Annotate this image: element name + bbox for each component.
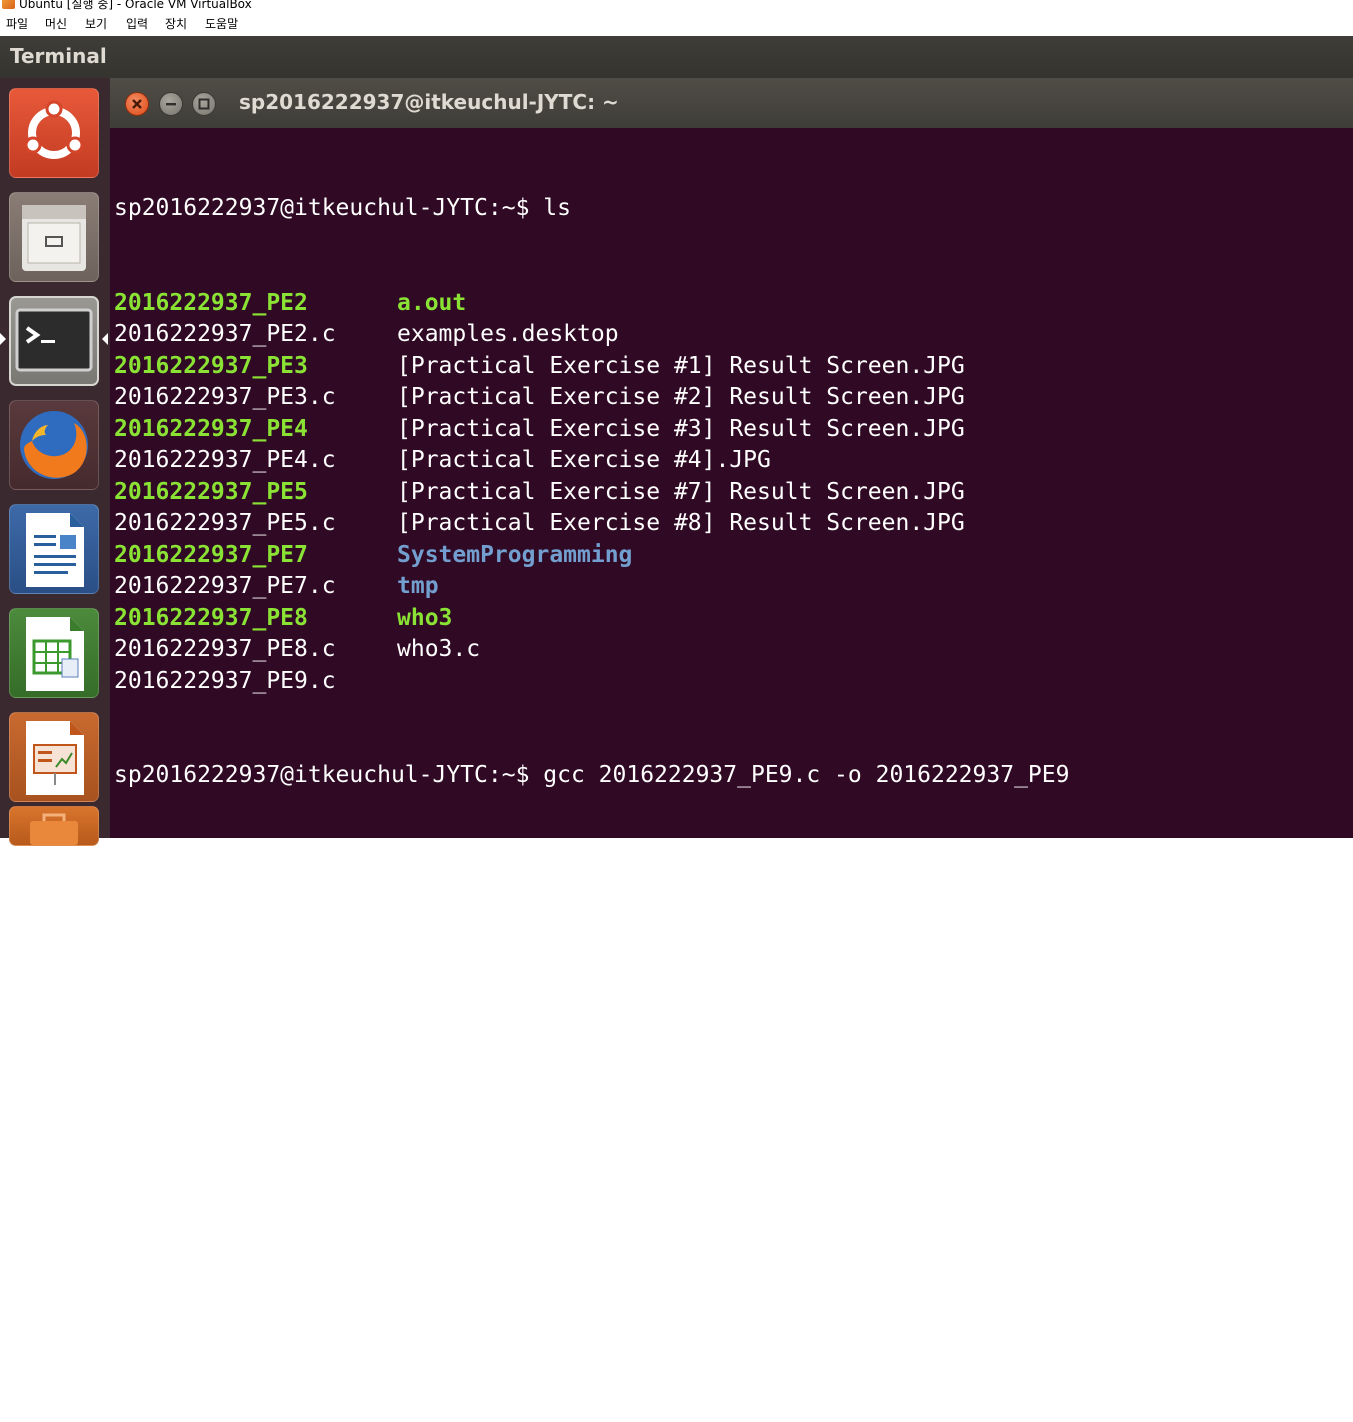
files-icon[interactable] xyxy=(9,192,99,282)
vbox-menubar: 파일 머신 보기 입력 장치 도움말 xyxy=(0,12,1353,36)
close-button[interactable] xyxy=(125,92,149,116)
output-line: collect2: error: ld returned 1 exit stat… xyxy=(114,1234,696,1261)
ls-row: 2016222937_PE5.c [Practical Exercise #8] … xyxy=(114,508,1349,540)
output-line: 2016222937_PE9.c:(.text+0x76): undefined… xyxy=(114,951,1139,977)
libreoffice-calc-icon[interactable] xyxy=(9,608,99,698)
ls-entry: [Practical Exercise #4].JPG xyxy=(397,447,771,473)
ls-entry: who3 xyxy=(397,604,453,631)
ls-entry: 2016222937_PE7 xyxy=(114,541,308,568)
command-text: ls xyxy=(529,195,571,221)
maximize-icon xyxy=(198,98,210,110)
terminal-output[interactable]: sp2016222937@itkeuchul-JYTC:~$ ls 201622… xyxy=(114,130,1349,1422)
ls-entry: tmp xyxy=(397,573,439,599)
menu-view[interactable]: 보기 xyxy=(85,15,107,32)
active-indicator-right xyxy=(102,333,108,345)
command-text: gcc 2016222937_PE9.c -o 2016222937_PE9 xyxy=(529,762,1070,788)
ls-entry: who3.c xyxy=(397,636,481,662)
menu-help[interactable]: 도움말 xyxy=(205,15,238,32)
firefox-icon[interactable] xyxy=(9,400,99,490)
ls-row: 2016222937_PE8.c who3.c xyxy=(114,634,1349,666)
virtualbox-icon xyxy=(2,0,15,9)
ls-entry: 2016222937_PE2.c xyxy=(114,321,336,347)
ls-entry: a.out xyxy=(397,289,467,316)
unity-launcher xyxy=(0,78,110,846)
software-center-icon[interactable] xyxy=(9,806,99,846)
ls-entry: [Practical Exercise #3] Result Screen.JP… xyxy=(397,415,965,442)
ls-row: 2016222937_PE3 [Practical Exercise #1] Re… xyxy=(114,351,1349,383)
output-line: /tmp/ccgn3ecF.o: In function `main': xyxy=(114,856,613,883)
minimize-button[interactable] xyxy=(159,92,183,116)
terminal-window[interactable]: sp2016222937@itkeuchul-JYTC: ~ sp2016222… xyxy=(110,78,1353,1355)
ls-row: 2016222937_PE4.c [Practical Exercise #4].… xyxy=(114,445,1349,477)
ls-entry: 2016222937_PE5 xyxy=(114,478,308,505)
command-line-ls: sp2016222937@itkeuchul-JYTC:~$ ls xyxy=(114,193,1349,225)
panel-app-title: Terminal xyxy=(10,44,107,68)
libreoffice-impress-icon[interactable] xyxy=(9,712,99,802)
active-indicator-left xyxy=(0,333,6,345)
output-line: /tmp/ccgn3ecF.o: In function `process_rq… xyxy=(114,1045,696,1072)
shell-prompt: sp2016222937@itkeuchul-JYTC:~$ xyxy=(114,195,530,221)
ls-entry: SystemProgramming xyxy=(397,541,633,568)
ls-row: 2016222937_PE4 [Practical Exercise #3] Re… xyxy=(114,414,1349,446)
ls-entry: 2016222937_PE3 xyxy=(114,352,308,379)
ls-entry: [Practical Exercise #7] Result Screen.JP… xyxy=(397,478,965,505)
ls-row: 2016222937_PE3.c [Practical Exercise #2] … xyxy=(114,382,1349,414)
menu-machine[interactable]: 머신 xyxy=(45,15,67,32)
ls-entry: 2016222937_PE8.c xyxy=(114,636,336,662)
ls-entry: 2016222937_PE4.c xyxy=(114,447,336,473)
close-icon xyxy=(132,99,142,109)
ls-entry: 2016222937_PE8 xyxy=(114,604,308,631)
maximize-button[interactable] xyxy=(192,92,216,116)
ls-entry: 2016222937_PE2 xyxy=(114,289,308,316)
ls-row: 2016222937_PE7.c tmp xyxy=(114,571,1349,603)
menu-devices[interactable]: 장치 xyxy=(165,15,187,32)
ubuntu-dash-icon[interactable] xyxy=(9,88,99,178)
command-line-current[interactable]: sp2016222937@itkeuchul-JYTC:~$ xyxy=(114,1327,1349,1359)
ls-row: 2016222937_PE9.c xyxy=(114,666,1349,698)
ls-row: 2016222937_PE7 SystemProgramming xyxy=(114,540,1349,572)
shell-prompt: sp2016222937@itkeuchul-JYTC:~$ xyxy=(114,1329,530,1355)
ls-entry: 2016222937_PE9.c xyxy=(114,667,336,694)
terminal-titlebar[interactable]: sp2016222937@itkeuchul-JYTC: ~ xyxy=(110,78,1353,128)
ls-entry: [Practical Exercise #2] Result Screen.JP… xyxy=(397,384,965,410)
ubuntu-top-panel: Terminal xyxy=(0,36,1353,78)
ls-entry: [Practical Exercise #8] Result Screen.JP… xyxy=(397,510,965,536)
ls-entry: 2016222937_PE7.c xyxy=(114,573,336,599)
vbox-titlebar: Ubuntu [실행 중] - Oracle VM VirtualBox xyxy=(0,0,1353,12)
ls-row: 2016222937_PE8 who3 xyxy=(114,603,1349,635)
ls-output: 2016222937_PE2 a.out 2016222937_PE2.c examp… xyxy=(114,288,1349,698)
vbox-window-title: Ubuntu [실행 중] - Oracle VM VirtualBox xyxy=(19,0,252,11)
output-line: 2016222937_PE9.c:(.text+0x2df): undefine… xyxy=(114,1140,1056,1166)
terminal-icon[interactable] xyxy=(9,296,99,386)
menu-file[interactable]: 파일 xyxy=(6,15,28,32)
minimize-icon xyxy=(166,103,176,106)
ls-entry: 2016222937_PE3.c xyxy=(114,384,336,410)
ls-entry: examples.desktop xyxy=(397,321,619,347)
ls-entry: [Practical Exercise #1] Result Screen.JP… xyxy=(397,352,965,379)
ls-entry: 2016222937_PE5.c xyxy=(114,510,336,536)
terminal-window-title: sp2016222937@itkeuchul-JYTC: ~ xyxy=(239,90,619,114)
command-line-gcc: sp2016222937@itkeuchul-JYTC:~$ gcc 20162… xyxy=(114,760,1349,792)
ls-entry: 2016222937_PE4 xyxy=(114,415,308,442)
menu-input[interactable]: 입력 xyxy=(126,15,148,32)
shell-prompt: sp2016222937@itkeuchul-JYTC:~$ xyxy=(114,762,530,788)
ls-row: 2016222937_PE2.c examples.desktop xyxy=(114,319,1349,351)
libreoffice-writer-icon[interactable] xyxy=(9,504,99,594)
ls-row: 2016222937_PE2 a.out xyxy=(114,288,1349,320)
ls-row: 2016222937_PE5 [Practical Exercise #7] Re… xyxy=(114,477,1349,509)
